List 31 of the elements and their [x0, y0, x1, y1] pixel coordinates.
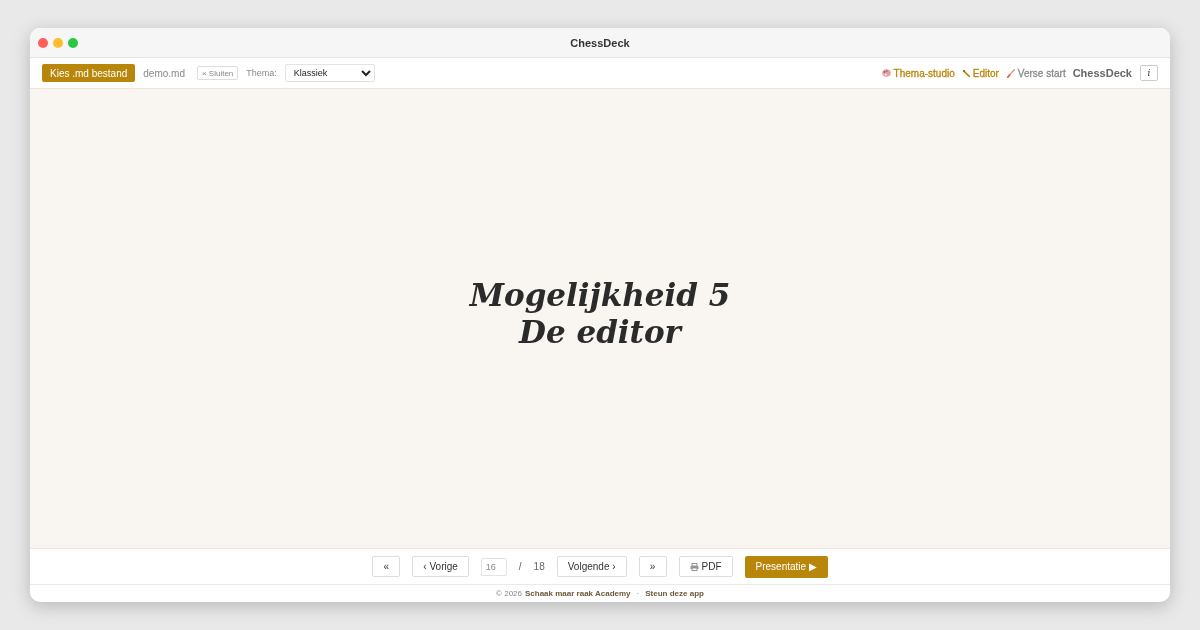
printer-icon: [689, 562, 699, 571]
file-name: demo.md: [143, 67, 185, 79]
support-link[interactable]: Steun deze app: [645, 589, 704, 598]
toolbar-link[interactable]: Thema-studio: [881, 67, 955, 79]
academy-link[interactable]: Schaak maar raak Academy: [525, 589, 631, 598]
toolbar-link[interactable]: Editor: [962, 67, 999, 79]
close-file-button[interactable]: × Sluiten: [196, 66, 239, 80]
brush-icon: [1006, 68, 1015, 78]
page-input[interactable]: 16: [480, 557, 507, 576]
theme-select[interactable]: Klassiek: [284, 64, 375, 82]
next-button[interactable]: Volgende ›: [556, 556, 627, 577]
brand-name: ChessDeck: [1072, 67, 1132, 79]
window-title: ChessDeck: [570, 36, 630, 49]
pdf-button[interactable]: PDF: [678, 556, 733, 577]
slide-title: De editor: [519, 313, 681, 351]
total-pages: 18: [533, 561, 545, 572]
theme-label: Thema:: [246, 68, 277, 78]
toolbar-link[interactable]: Verse start: [1006, 67, 1066, 79]
previous-button[interactable]: ‹ Vorige: [412, 556, 469, 577]
last-slide-button[interactable]: »: [638, 556, 667, 577]
first-slide-button[interactable]: «: [372, 556, 401, 577]
info-button[interactable]: i: [1140, 65, 1158, 81]
palette-icon: [881, 69, 891, 77]
page-separator: /: [518, 561, 522, 572]
minimize-window-icon[interactable]: [53, 37, 63, 48]
slide-title: Mogelijkheid 5: [469, 276, 731, 314]
maximize-window-icon[interactable]: [68, 37, 78, 48]
footer-copyright: © 2026: [496, 589, 522, 598]
close-window-icon[interactable]: [38, 37, 48, 48]
pencil-icon: [962, 69, 970, 77]
footer-separator: ·: [636, 589, 640, 598]
